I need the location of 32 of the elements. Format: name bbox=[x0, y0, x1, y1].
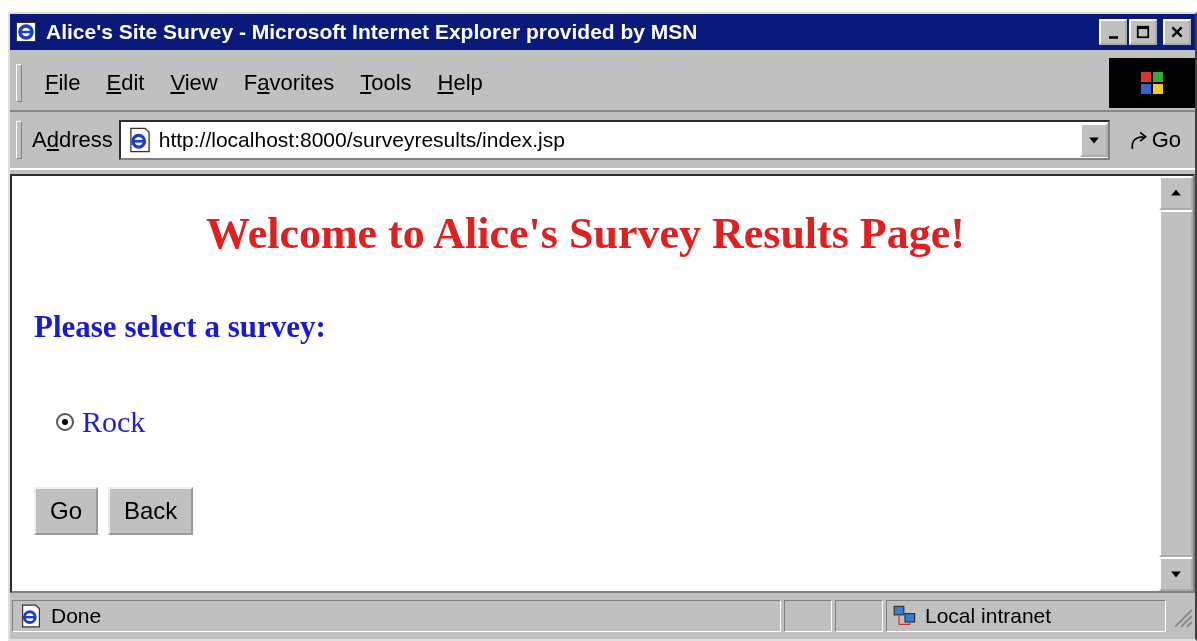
address-field[interactable]: http://localhost:8000/surveyresults/index.jsp bbox=[118, 120, 1110, 160]
browser-icon bbox=[14, 20, 38, 44]
maximize-icon bbox=[1136, 25, 1150, 39]
window-title: Alice's Site Survey - Microsoft Internet Explorer provided by MSN bbox=[46, 20, 698, 44]
minimize-icon bbox=[1108, 35, 1118, 39]
maximize-button[interactable] bbox=[1129, 19, 1157, 45]
url-text: http://localhost:8000/surveyresults/index.jsp bbox=[158, 128, 566, 152]
status-panel bbox=[784, 600, 832, 632]
go-button[interactable]: Go bbox=[1109, 127, 1195, 153]
close-icon bbox=[1170, 25, 1184, 39]
zone-text: Local intranet bbox=[925, 604, 1052, 628]
address-label: Address bbox=[32, 127, 113, 153]
menu-item[interactable]: Help bbox=[424, 70, 496, 96]
status-panel bbox=[835, 600, 883, 632]
menu-item[interactable]: Tools bbox=[347, 70, 425, 96]
dropdown-button[interactable] bbox=[1079, 123, 1108, 157]
network-icon bbox=[893, 604, 917, 628]
radio-button[interactable] bbox=[56, 413, 74, 431]
survey-prompt: Please select a survey: bbox=[34, 309, 327, 345]
form-button[interactable]: Go bbox=[34, 487, 98, 535]
menu-item[interactable]: Edit bbox=[93, 70, 158, 96]
menu-item[interactable]: File bbox=[32, 70, 94, 96]
minimize-button[interactable] bbox=[1099, 19, 1127, 45]
close-button[interactable] bbox=[1163, 19, 1191, 45]
menu-item[interactable]: Favorites bbox=[230, 70, 348, 96]
scrollbar[interactable] bbox=[1159, 176, 1193, 591]
page-icon bbox=[19, 604, 43, 628]
survey-option[interactable]: Rock bbox=[82, 405, 146, 439]
status-text: Done bbox=[51, 604, 102, 628]
menu-item[interactable]: View bbox=[157, 70, 231, 96]
page-heading: Welcome to Alice's Survey Results Page! bbox=[205, 208, 966, 259]
form-button[interactable]: Back bbox=[108, 487, 194, 535]
